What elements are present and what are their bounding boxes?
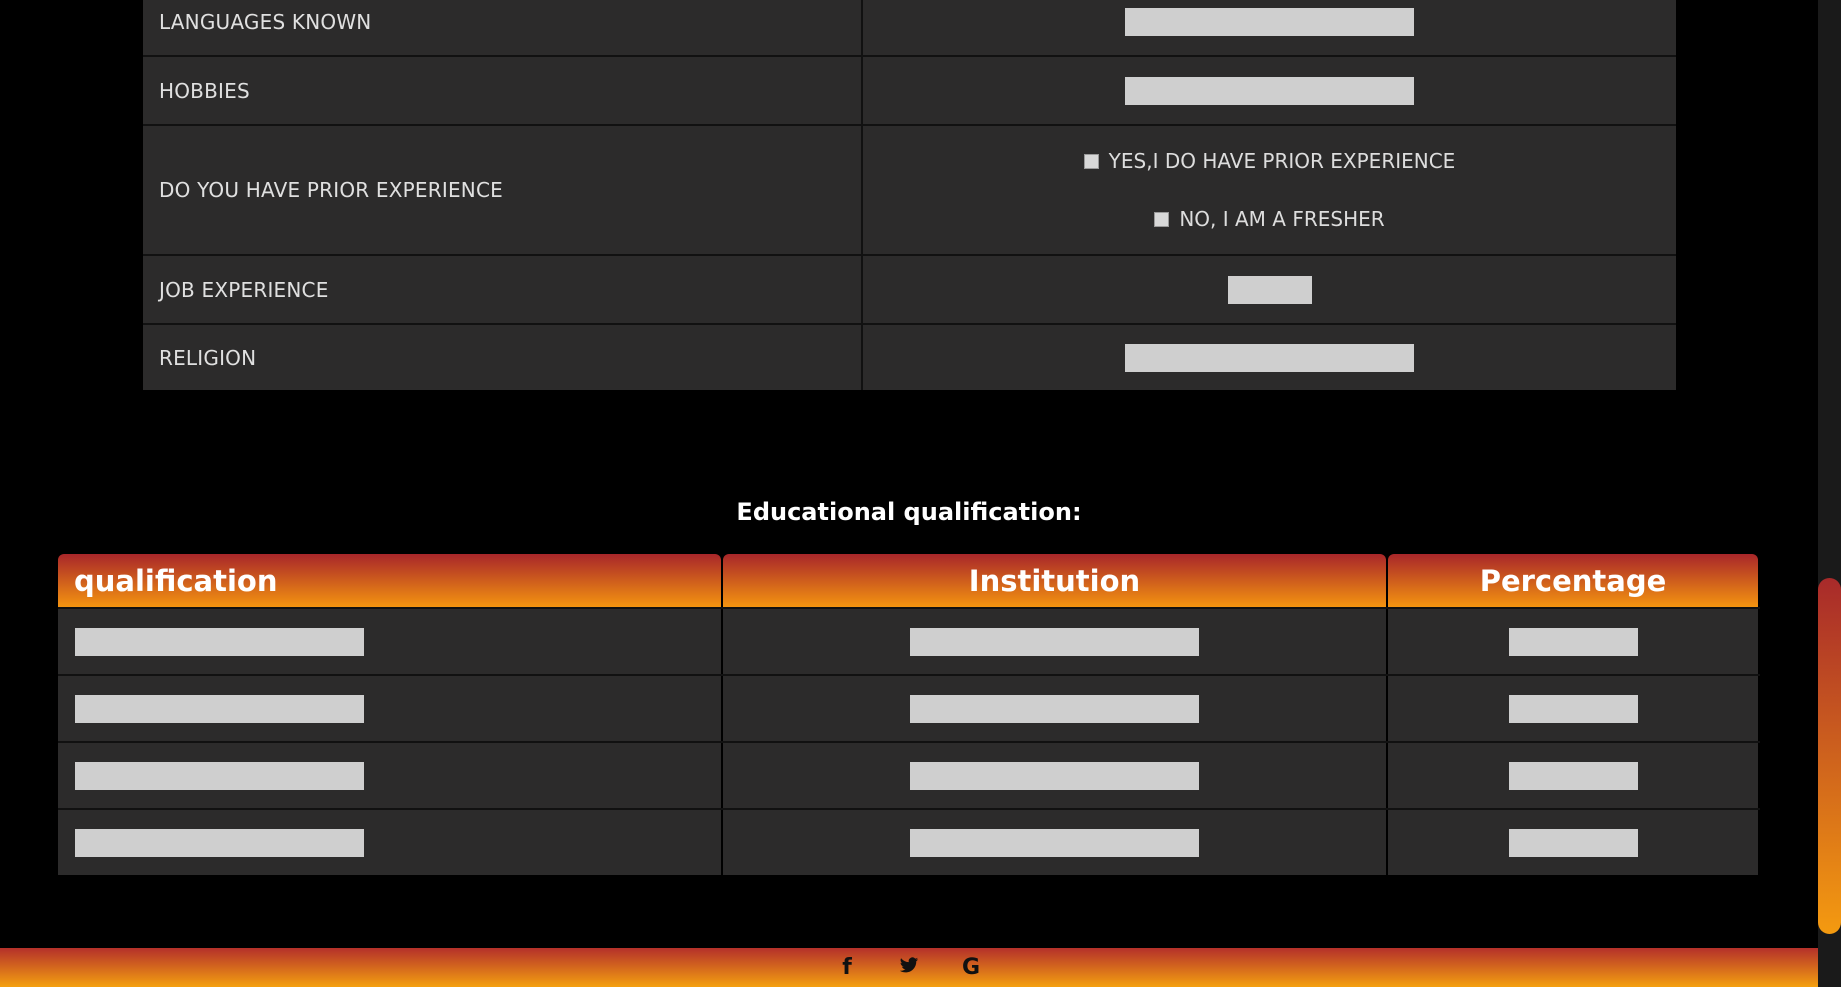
form-label: DO YOU HAVE PRIOR EXPERIENCE xyxy=(143,126,863,254)
scrollbar-thumb[interactable] xyxy=(1818,578,1841,934)
institution-input[interactable] xyxy=(910,694,1199,723)
percentage-input[interactable] xyxy=(1508,761,1638,790)
form-row-prior-experience: DO YOU HAVE PRIOR EXPERIENCE YES,I DO HA… xyxy=(143,126,1676,256)
google-icon[interactable]: G xyxy=(960,955,982,980)
personal-details-table: LANGUAGES KNOWN HOBBIES DO YOU HAVE PRIO… xyxy=(143,0,1676,390)
institution-input[interactable] xyxy=(910,828,1199,857)
qualification-input[interactable] xyxy=(75,627,364,656)
table-row xyxy=(58,741,1760,808)
form-value xyxy=(863,57,1676,124)
table-row xyxy=(58,607,1760,674)
languages-input[interactable] xyxy=(1125,7,1414,36)
form-row-job-experience: JOB EXPERIENCE xyxy=(143,256,1676,325)
option-fresher[interactable]: NO, I AM A FRESHER xyxy=(1154,207,1385,231)
form-row-religion: RELIGION xyxy=(143,325,1676,390)
education-header-row: qualification Institution Percentage xyxy=(58,554,1760,607)
form-label: LANGUAGES KNOWN xyxy=(143,0,863,55)
option-yes-experience[interactable]: YES,I DO HAVE PRIOR EXPERIENCE xyxy=(1083,149,1456,173)
fresher-checkbox[interactable] xyxy=(1154,211,1170,227)
education-section-title: Educational qualification: xyxy=(736,498,1082,526)
hobbies-input[interactable] xyxy=(1125,76,1414,105)
form-label: JOB EXPERIENCE xyxy=(143,256,863,323)
institution-input[interactable] xyxy=(910,761,1199,790)
job-experience-input[interactable] xyxy=(1227,275,1312,304)
percentage-cell xyxy=(1388,676,1758,741)
qualification-input[interactable] xyxy=(75,761,364,790)
form-row-languages: LANGUAGES KNOWN xyxy=(143,0,1676,57)
institution-cell xyxy=(723,743,1386,808)
form-value xyxy=(863,256,1676,323)
percentage-input[interactable] xyxy=(1508,627,1638,656)
header-qualification: qualification xyxy=(58,554,721,607)
percentage-input[interactable] xyxy=(1508,828,1638,857)
qualification-cell xyxy=(58,743,721,808)
form-value xyxy=(863,325,1676,390)
header-percentage: Percentage xyxy=(1388,554,1758,607)
qualification-cell xyxy=(58,676,721,741)
qualification-cell xyxy=(58,609,721,674)
option-label: YES,I DO HAVE PRIOR EXPERIENCE xyxy=(1108,149,1456,173)
form-value xyxy=(863,0,1676,55)
qualification-input[interactable] xyxy=(75,694,364,723)
qualification-input[interactable] xyxy=(75,828,364,857)
religion-input[interactable] xyxy=(1125,343,1414,372)
percentage-cell xyxy=(1388,810,1758,875)
institution-cell xyxy=(723,609,1386,674)
page: LANGUAGES KNOWN HOBBIES DO YOU HAVE PRIO… xyxy=(0,0,1818,987)
form-value: YES,I DO HAVE PRIOR EXPERIENCE NO, I AM … xyxy=(863,126,1676,254)
qualification-cell xyxy=(58,810,721,875)
institution-input[interactable] xyxy=(910,627,1199,656)
facebook-icon[interactable]: f xyxy=(836,955,858,980)
twitter-icon[interactable] xyxy=(898,955,920,980)
form-label: HOBBIES xyxy=(143,57,863,124)
form-row-hobbies: HOBBIES xyxy=(143,57,1676,126)
institution-cell xyxy=(723,810,1386,875)
header-institution: Institution xyxy=(723,554,1386,607)
education-table: qualification Institution Percentage xyxy=(58,554,1760,875)
form-label: RELIGION xyxy=(143,325,863,390)
institution-cell xyxy=(723,676,1386,741)
table-row xyxy=(58,674,1760,741)
table-row xyxy=(58,808,1760,875)
option-label: NO, I AM A FRESHER xyxy=(1179,207,1385,231)
footer: f G xyxy=(0,948,1818,987)
yes-experience-checkbox[interactable] xyxy=(1083,153,1099,169)
experience-options: YES,I DO HAVE PRIOR EXPERIENCE NO, I AM … xyxy=(1083,149,1456,231)
percentage-cell xyxy=(1388,609,1758,674)
percentage-cell xyxy=(1388,743,1758,808)
percentage-input[interactable] xyxy=(1508,694,1638,723)
